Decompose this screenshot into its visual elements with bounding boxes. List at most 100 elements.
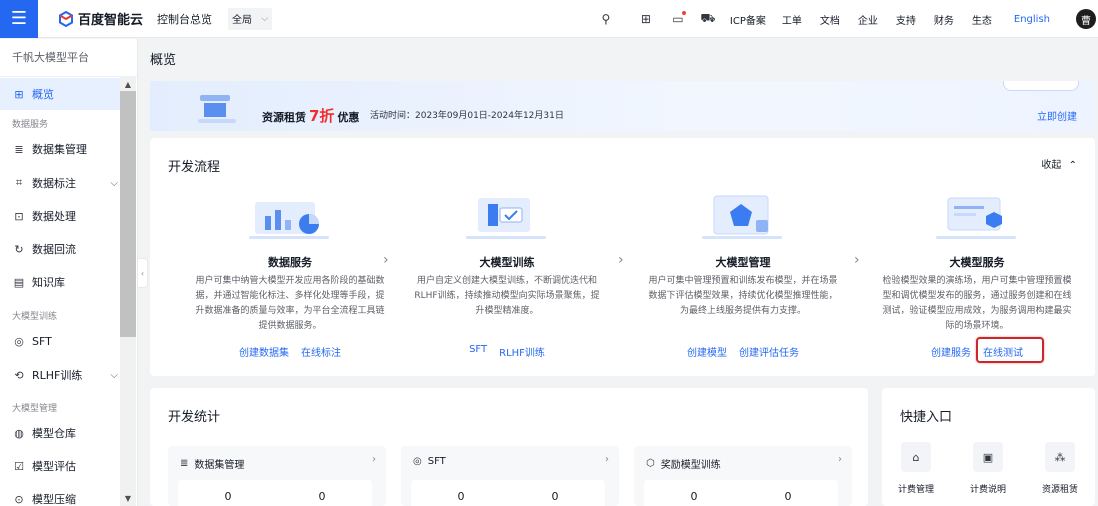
sidebar-item-reflow[interactable]: ↻ 数据回流 bbox=[0, 233, 120, 265]
quick-resource-lease[interactable]: ⁂ 资源租赁 bbox=[1030, 442, 1090, 495]
warehouse-icon: ◍ bbox=[14, 426, 24, 440]
target-icon: ◎ bbox=[413, 456, 422, 467]
stat-values: 0 0 bbox=[178, 480, 372, 506]
sidebar-item-overview[interactable]: ⊞ 概览 bbox=[0, 78, 120, 110]
create-model-link[interactable]: 创建模型 bbox=[687, 344, 727, 359]
baidu-cloud-logo-icon bbox=[59, 10, 73, 27]
stat-box-dataset[interactable]: ≣ 数据集管理 › 0 0 bbox=[168, 446, 386, 506]
banner-headline: 资源租赁 7折 优惠 bbox=[262, 105, 359, 126]
data-service-illustration-icon bbox=[249, 202, 329, 239]
stat-value: 0 bbox=[784, 490, 792, 503]
flow-title: 开发流程 bbox=[168, 160, 221, 175]
stat-box-sft[interactable]: ◎ SFT › 0 0 bbox=[401, 446, 619, 506]
flow-step-data: 数据服务 用户可集中纳管大模型开发应用各阶段的基础数据，并通过智能化标注、多样化… bbox=[185, 194, 395, 364]
promo-banner[interactable]: 资源租赁 7折 优惠 活动时间：2023年09月01日-2024年12月31日 立即… bbox=[150, 81, 1095, 131]
process-icon: ⊡ bbox=[14, 209, 24, 223]
create-dataset-link[interactable]: 创建数据集 bbox=[239, 344, 289, 359]
sidebar-item-rlhf[interactable]: ⟲ RLHF训练 ⌵ bbox=[0, 359, 120, 391]
stat-label: 奖励模型训练 bbox=[660, 460, 721, 471]
online-annotation-link[interactable]: 在线标注 bbox=[301, 344, 341, 359]
quick-label: 计费管理 bbox=[897, 485, 934, 495]
rlhf-link[interactable]: RLHF训练 bbox=[499, 344, 545, 359]
search-icon[interactable]: ⚲ bbox=[598, 11, 614, 27]
step-title: 大模型管理 bbox=[715, 256, 771, 269]
quick-title: 快捷入口 bbox=[900, 410, 953, 425]
notification-dot bbox=[681, 11, 686, 15]
quick-billing-management[interactable]: ⌂ 计费管理 bbox=[886, 442, 946, 495]
stat-label: 数据集管理 bbox=[194, 460, 245, 471]
sidebar-scroll-thumb[interactable] bbox=[120, 91, 136, 337]
banner-suffix: 优惠 bbox=[337, 111, 360, 124]
nav-icp[interactable]: ICP备案 bbox=[730, 12, 766, 27]
cart-icon[interactable]: ⛟ bbox=[700, 11, 716, 27]
step-title: 大模型训练 bbox=[479, 256, 535, 269]
chevron-down-icon: ⌵ bbox=[261, 13, 269, 24]
database-icon: ≣ bbox=[180, 458, 189, 469]
chevron-right-icon: › bbox=[838, 454, 842, 465]
sidebar-item-knowledge[interactable]: ▤ 知识库 bbox=[0, 266, 120, 298]
nav-enterprise[interactable]: 企业 bbox=[858, 12, 878, 27]
sidebar-group-model: 大模型管理 bbox=[12, 404, 58, 414]
sft-link[interactable]: SFT bbox=[469, 344, 487, 359]
stat-value: 0 bbox=[551, 490, 559, 503]
evaluate-icon: ☑ bbox=[14, 459, 24, 473]
sidebar-item-processing[interactable]: ⊡ 数据处理 bbox=[0, 200, 120, 232]
sidebar-item-annotation[interactable]: ⌗ 数据标注 ⌵ bbox=[0, 167, 120, 199]
sidebar-item-label: RLHF训练 bbox=[32, 369, 83, 382]
sidebar-collapse-handle[interactable]: ‹ bbox=[138, 258, 148, 288]
create-service-link[interactable]: 创建服务 bbox=[931, 344, 971, 359]
create-now-link[interactable]: 立即创建 bbox=[1037, 108, 1077, 123]
stats-title: 开发统计 bbox=[168, 410, 221, 425]
step-desc: 用户可集中管理预置和训练发布模型，并在场景数据下评估模型效果，持续优化模型推理性… bbox=[648, 276, 838, 316]
step-title: 数据服务 bbox=[268, 256, 312, 269]
scroll-up-arrow-icon[interactable]: ▲ bbox=[123, 80, 133, 90]
banner-discount: 7折 bbox=[309, 107, 335, 125]
brand-logo[interactable]: 百度智能云 bbox=[58, 9, 143, 28]
nav-finance[interactable]: 财务 bbox=[934, 12, 954, 27]
quick-billing-docs[interactable]: ▣ 计费说明 bbox=[958, 442, 1018, 495]
training-illustration-icon bbox=[466, 198, 546, 239]
console-overview-link[interactable]: 控制台总览 bbox=[157, 11, 212, 27]
flow-step-training: 大模型训练 用户自定义创建大模型训练，不断调优迭代和RLHF训练，持续推动模型向… bbox=[402, 194, 612, 364]
grid-icon: ⊞ bbox=[14, 87, 24, 101]
label-icon: ⌗ bbox=[15, 176, 23, 189]
step-desc: 用户自定义创建大模型训练，不断调优迭代和RLHF训练，持续推动模型向实际场景聚焦… bbox=[414, 276, 600, 316]
stat-value: 0 bbox=[690, 490, 698, 503]
collapse-toggle[interactable]: 收起 ⌃ bbox=[1041, 156, 1077, 171]
message-icon[interactable]: ▭ bbox=[670, 11, 686, 27]
create-eval-task-link[interactable]: 创建评估任务 bbox=[739, 344, 799, 359]
stat-value: 0 bbox=[224, 490, 232, 503]
chevron-right-icon: › bbox=[605, 454, 609, 465]
banner-decoration bbox=[1003, 81, 1079, 91]
nav-docs[interactable]: 文档 bbox=[820, 12, 840, 27]
book-icon: ▤ bbox=[13, 275, 25, 289]
sidebar-item-label: SFT bbox=[32, 334, 52, 348]
hamburger-icon[interactable]: ☰ bbox=[0, 0, 38, 38]
sidebar-item-warehouse[interactable]: ◍ 模型仓库 bbox=[0, 417, 120, 449]
brand-name: 百度智能云 bbox=[78, 13, 144, 28]
app-icon[interactable]: ⊞ bbox=[638, 11, 654, 27]
nav-ecosystem[interactable]: 生态 bbox=[972, 12, 992, 27]
stat-value: 0 bbox=[318, 490, 326, 503]
sidebar-item-label: 知识库 bbox=[32, 276, 65, 289]
chevron-down-icon: ⌵ bbox=[110, 177, 118, 189]
sidebar-item-evaluate[interactable]: ☑ 模型评估 bbox=[0, 450, 120, 482]
region-select[interactable]: 全局 ⌵ bbox=[228, 7, 273, 30]
nav-support[interactable]: 支持 bbox=[896, 12, 916, 27]
nav-ticket[interactable]: 工单 bbox=[782, 12, 802, 27]
sidebar-item-label: 数据回流 bbox=[32, 243, 76, 256]
sidebar: 千帆大模型平台 ⊞ 概览 数据服务 ≣ 数据集管理 ⌗ 数据标注 ⌵ ⊡ 数据处… bbox=[0, 39, 138, 506]
sidebar-item-sft[interactable]: ◎ SFT bbox=[0, 325, 120, 357]
server-illustration-icon bbox=[198, 95, 236, 123]
sidebar-item-compress[interactable]: ⊙ 模型压缩 bbox=[0, 483, 120, 506]
sidebar-item-label: 概览 bbox=[32, 88, 54, 101]
avatar[interactable]: 曹 bbox=[1076, 9, 1096, 29]
sidebar-group-data: 数据服务 bbox=[12, 120, 49, 130]
sidebar-item-label: 数据集管理 bbox=[32, 143, 87, 156]
scroll-down-arrow-icon[interactable]: ▼ bbox=[123, 494, 133, 504]
step-desc: 检验模型效果的演练场，用户可集中管理预置模型和调优模型发布的服务，通过服务创建和… bbox=[882, 276, 1072, 331]
stat-box-reward[interactable]: ⬡ 奖励模型训练 › 0 0 bbox=[634, 446, 852, 506]
language-switch[interactable]: English bbox=[1014, 14, 1050, 25]
sidebar-item-dataset[interactable]: ≣ 数据集管理 bbox=[0, 133, 120, 165]
sidebar-title: 千帆大模型平台 bbox=[0, 39, 137, 77]
